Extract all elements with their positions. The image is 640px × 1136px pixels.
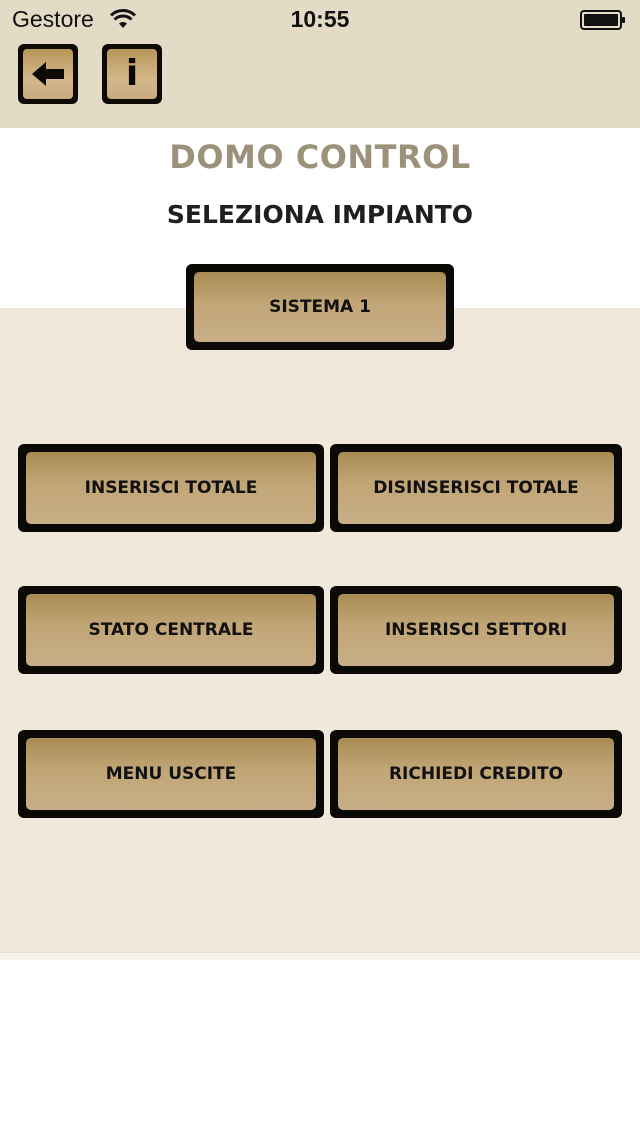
info-button[interactable]: i <box>102 44 162 104</box>
panel-status-label: STATO CENTRALE <box>88 620 254 640</box>
arm-all-label: INSERISCI TOTALE <box>84 478 258 498</box>
page-subtitle: SELEZIONA IMPIANTO <box>166 200 474 229</box>
arm-sectors-label: INSERISCI SETTORI <box>384 620 568 640</box>
status-bar: Gestore 10:55 <box>0 0 640 40</box>
request-credit-face[interactable]: RICHIEDI CREDITO <box>338 738 614 810</box>
info-icon: i <box>125 53 139 94</box>
arm-all-face[interactable]: INSERISCI TOTALE <box>26 452 316 524</box>
app-title: DOMO CONTROL <box>169 138 471 176</box>
system-select-face[interactable]: SISTEMA 1 <box>194 272 446 342</box>
arm-all-button[interactable]: INSERISCI TOTALE <box>18 444 324 532</box>
panel-status-face[interactable]: STATO CENTRALE <box>26 594 316 666</box>
system-select-button[interactable]: SISTEMA 1 <box>186 264 454 350</box>
panel-divider <box>0 952 640 960</box>
outputs-menu-label: MENU USCITE <box>105 764 237 784</box>
request-credit-button[interactable]: RICHIEDI CREDITO <box>330 730 622 818</box>
outputs-menu-button[interactable]: MENU USCITE <box>18 730 324 818</box>
disarm-all-button[interactable]: DISINSERISCI TOTALE <box>330 444 622 532</box>
battery-icon <box>580 10 625 30</box>
status-time: 10:55 <box>290 6 350 32</box>
arrow-left-icon <box>32 62 64 86</box>
panel-status-button[interactable]: STATO CENTRALE <box>18 586 324 674</box>
disarm-all-label: DISINSERISCI TOTALE <box>373 478 579 498</box>
system-select-label: SISTEMA 1 <box>269 297 371 317</box>
outputs-menu-face[interactable]: MENU USCITE <box>26 738 316 810</box>
arm-sectors-button[interactable]: INSERISCI SETTORI <box>330 586 622 674</box>
arm-sectors-face[interactable]: INSERISCI SETTORI <box>338 594 614 666</box>
request-credit-label: RICHIEDI CREDITO <box>388 764 564 784</box>
back-button-face[interactable] <box>23 49 73 99</box>
disarm-all-face[interactable]: DISINSERISCI TOTALE <box>338 452 614 524</box>
info-button-face[interactable]: i <box>107 49 157 99</box>
back-button[interactable] <box>18 44 78 104</box>
